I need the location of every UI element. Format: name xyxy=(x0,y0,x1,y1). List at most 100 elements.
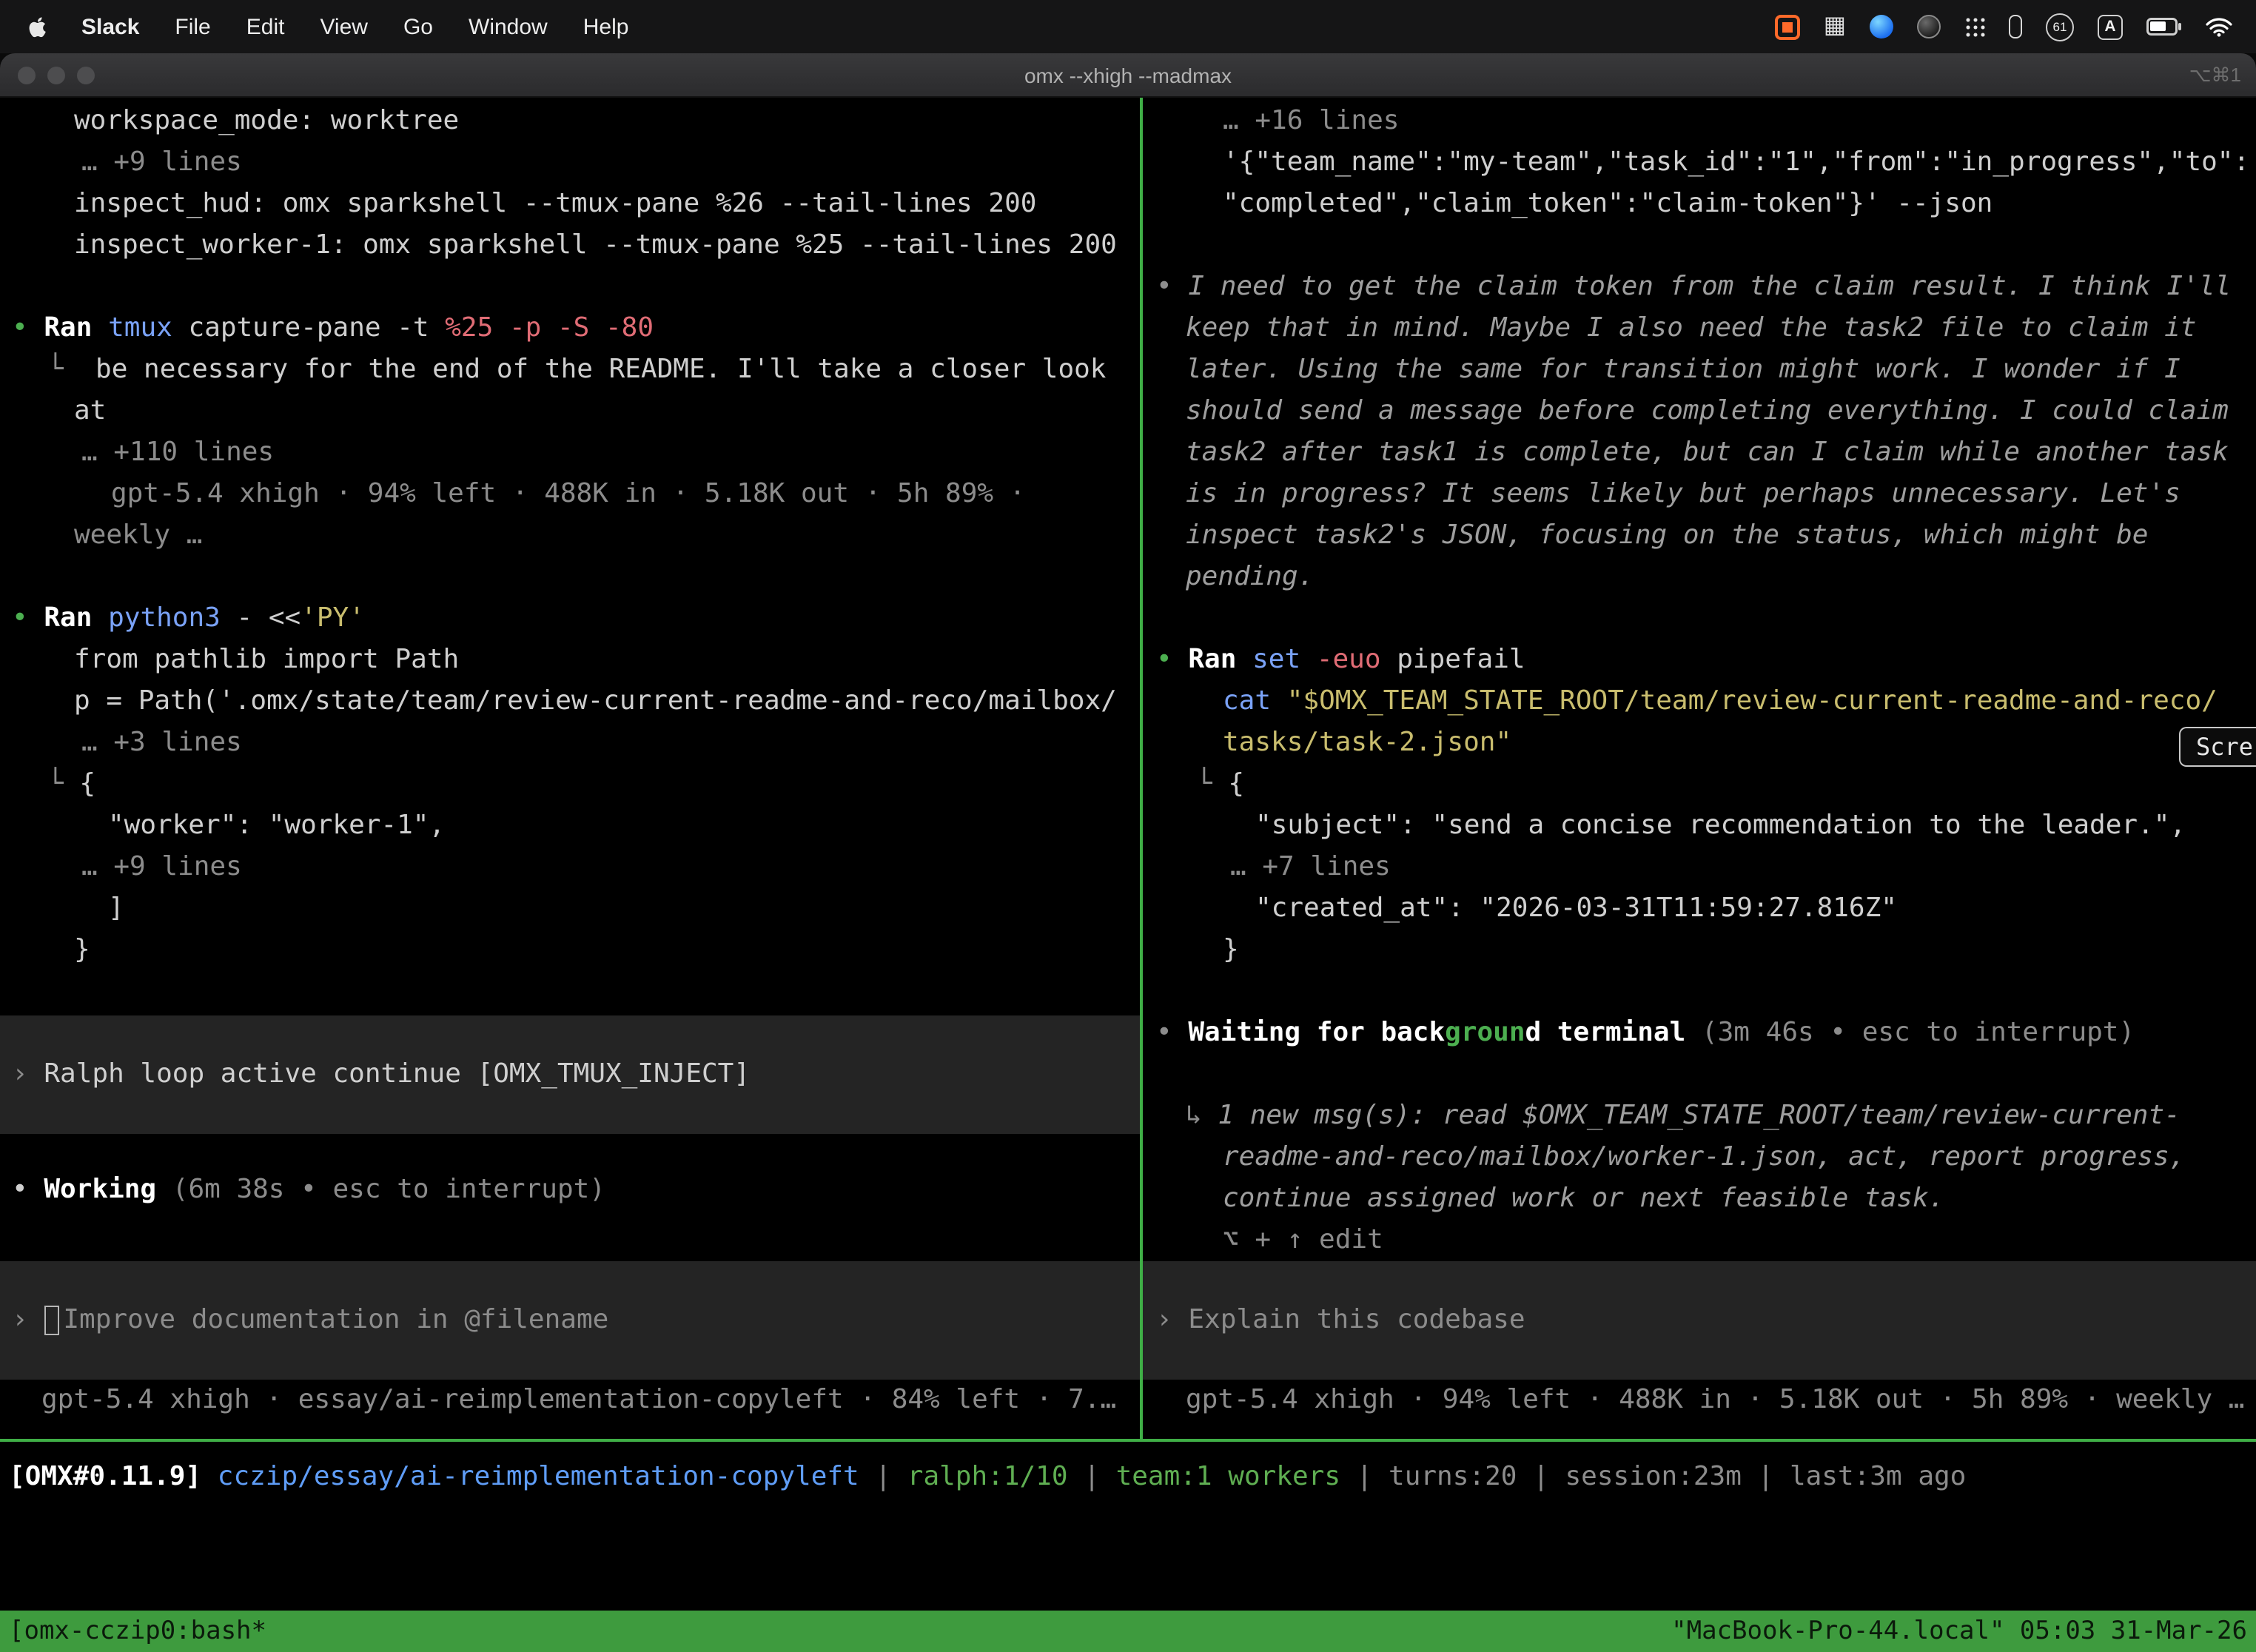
terminal-line: keep that in mind. Maybe I also need the… xyxy=(1143,308,2256,349)
blue-app-icon[interactable] xyxy=(1870,15,1893,38)
terminal-line: workspace_mode: worktree xyxy=(0,101,1140,142)
dark-orb-app-icon[interactable] xyxy=(1917,15,1941,38)
terminal-line: … +9 lines xyxy=(0,142,1140,184)
wifi-glyph xyxy=(2206,17,2232,36)
terminal-line: └ be necessary for the end of the README… xyxy=(0,349,1140,391)
terminal-line xyxy=(1143,971,2256,1013)
terminal-line: … +16 lines xyxy=(1143,101,2256,142)
prompt-band[interactable]: › Improve documentation in @filename xyxy=(0,1261,1140,1380)
menu-bar-left: Slack File Edit View Go Window Help xyxy=(18,14,646,39)
tmux-session-window[interactable]: [omx-cczip0:bash* xyxy=(9,1616,266,1646)
terminal-line: [OMX#0.11.9] cczip/essay/ai-reimplementa… xyxy=(0,1457,2256,1498)
terminal-line: ↳ 1 new msg(s): read $OMX_TEAM_STATE_ROO… xyxy=(1143,1095,2256,1137)
screen-tooltip: Scre xyxy=(2180,727,2256,767)
terminal-line: tasks/task-2.json" xyxy=(1143,722,2256,764)
menu-window[interactable]: Window xyxy=(451,14,565,39)
terminal-line: later. Using the same for transition mig… xyxy=(1143,349,2256,391)
terminal-line: › Improve documentation in @filename xyxy=(0,1300,1140,1341)
window-title: omx --xhigh --madmax xyxy=(0,63,2256,87)
screen: Slack File Edit View Go Window Help ▦ 61… xyxy=(0,0,2256,1652)
terminal-line: readme-and-reco/mailbox/worker-1.json, a… xyxy=(1143,1137,2256,1178)
apple-menu-icon[interactable] xyxy=(18,14,64,39)
grid-app-icon[interactable]: ▦ xyxy=(1824,15,1846,38)
prompt-band[interactable]: › Ralph loop active continue [OMX_TMUX_I… xyxy=(0,1015,1140,1134)
terminal-line: cat "$OMX_TEAM_STATE_ROOT/team/review-cu… xyxy=(1143,681,2256,722)
window-title-bar[interactable]: omx --xhigh --madmax ⌥⌘1 xyxy=(0,53,2256,98)
terminal-line: ] xyxy=(0,888,1140,930)
terminal-line: • Waiting for background terminal (3m 46… xyxy=(1143,1013,2256,1054)
terminal-line: ⌥ + ↑ edit xyxy=(1143,1220,2256,1261)
terminal-line: task2 after task1 is complete, but can I… xyxy=(1143,432,2256,474)
menu-edit[interactable]: Edit xyxy=(229,14,303,39)
terminal-line: gpt-5.4 xhigh · essay/ai-reimplementatio… xyxy=(0,1380,1140,1421)
terminal-line: › Ralph loop active continue [OMX_TMUX_I… xyxy=(0,1054,1140,1095)
traffic-lights xyxy=(0,66,95,84)
zoom-button[interactable] xyxy=(77,66,95,84)
slim-app-icon[interactable] xyxy=(2009,15,2022,38)
terminal-line: "created_at": "2026-03-31T11:59:27.816Z" xyxy=(1143,888,2256,930)
terminal-line xyxy=(1143,598,2256,639)
terminal-line: … +3 lines xyxy=(0,722,1140,764)
terminal-line: └ { xyxy=(0,764,1140,805)
terminal-line: } xyxy=(1143,930,2256,971)
menu-bar-status-icons: ▦ 61 A xyxy=(1775,13,2238,41)
text-cursor xyxy=(44,1306,58,1335)
terminal-line: should send a message before completing … xyxy=(1143,391,2256,432)
terminal-line: └ { xyxy=(1143,764,2256,805)
battery-percent-ring-icon[interactable]: 61 xyxy=(2046,13,2074,41)
terminal-line: gpt-5.4 xhigh · 94% left · 488K in · 5.1… xyxy=(0,474,1140,515)
terminal-line: "worker": "worker-1", xyxy=(0,805,1140,847)
menu-file[interactable]: File xyxy=(157,14,228,39)
terminal-left-pane[interactable]: workspace_mode: worktree… +9 linesinspec… xyxy=(0,98,1140,1439)
terminal-line xyxy=(0,557,1140,598)
menu-bar: Slack File Edit View Go Window Help ▦ 61… xyxy=(0,0,2256,53)
menu-view[interactable]: View xyxy=(302,14,386,39)
terminal-line: … +110 lines xyxy=(0,432,1140,474)
active-app-name[interactable]: Slack xyxy=(64,14,157,39)
prompt-band[interactable]: › Explain this codebase xyxy=(1143,1261,2256,1380)
tmux-status-bar: [omx-cczip0:bash* "MacBook-Pro-44.local"… xyxy=(0,1611,2256,1652)
terminal-line: "subject": "send a concise recommendatio… xyxy=(1143,805,2256,847)
wifi-icon[interactable] xyxy=(2206,17,2232,36)
terminal-line: • Ran set -euo pipefail xyxy=(1143,639,2256,681)
close-button[interactable] xyxy=(18,66,36,84)
terminal-line: inspect_hud: omx sparkshell --tmux-pane … xyxy=(0,184,1140,225)
terminal-line: pending. xyxy=(1143,557,2256,598)
minimize-button[interactable] xyxy=(47,66,65,84)
tmux-host-and-time: "MacBook-Pro-44.local" 05:03 31-Mar-26 xyxy=(1671,1616,2247,1646)
terminal-line xyxy=(0,266,1140,308)
screen-recording-stop-icon[interactable] xyxy=(1775,14,1800,39)
terminal-line: weekly … xyxy=(0,515,1140,557)
terminal-window: omx --xhigh --madmax ⌥⌘1 workspace_mode:… xyxy=(0,53,2256,1652)
terminal-line: continue assigned work or next feasible … xyxy=(1143,1178,2256,1220)
record-square-glyph xyxy=(1782,21,1793,32)
terminal-line: inspect task2's JSON, focusing on the st… xyxy=(1143,515,2256,557)
terminal-line: '{"team_name":"my-team","task_id":"1","f… xyxy=(1143,142,2256,184)
terminal-line: • Working (6m 38s • esc to interrupt) xyxy=(0,1169,1140,1211)
terminal-line: › Explain this codebase xyxy=(1143,1300,2256,1341)
battery-icon[interactable] xyxy=(2146,18,2182,36)
menu-go[interactable]: Go xyxy=(386,14,451,39)
terminal-line xyxy=(1143,225,2256,266)
menu-help[interactable]: Help xyxy=(565,14,647,39)
terminal-area: workspace_mode: worktree… +9 linesinspec… xyxy=(0,98,2256,1442)
terminal-line: • Ran python3 - <<'PY' xyxy=(0,598,1140,639)
terminal-line: from pathlib import Path xyxy=(0,639,1140,681)
terminal-right-pane[interactable]: … +16 lines'{"team_name":"my-team","task… xyxy=(1143,98,2256,1439)
terminal-line: is in progress? It seems likely but perh… xyxy=(1143,474,2256,515)
dots-grid-icon[interactable] xyxy=(1964,16,1985,37)
terminal-line: gpt-5.4 xhigh · 94% left · 488K in · 5.1… xyxy=(1143,1380,2256,1421)
input-source-icon[interactable]: A xyxy=(2098,14,2123,39)
terminal-line: at xyxy=(0,391,1140,432)
pane-spacer xyxy=(0,1211,1140,1261)
omx-status-area: [OMX#0.11.9] cczip/essay/ai-reimplementa… xyxy=(0,1442,2256,1608)
battery-glyph xyxy=(2146,18,2182,36)
terminal-line: } xyxy=(0,930,1140,971)
terminal-line: inspect_worker-1: omx sparkshell --tmux-… xyxy=(0,225,1140,266)
window-shortcut-hint: ⌥⌘1 xyxy=(2189,63,2241,87)
terminal-line xyxy=(1143,1054,2256,1095)
terminal-line: p = Path('.omx/state/team/review-current… xyxy=(0,681,1140,722)
terminal-line: "completed","claim_token":"claim-token"}… xyxy=(1143,184,2256,225)
terminal-line: … +7 lines xyxy=(1143,847,2256,888)
apple-logo-glyph xyxy=(27,14,49,39)
